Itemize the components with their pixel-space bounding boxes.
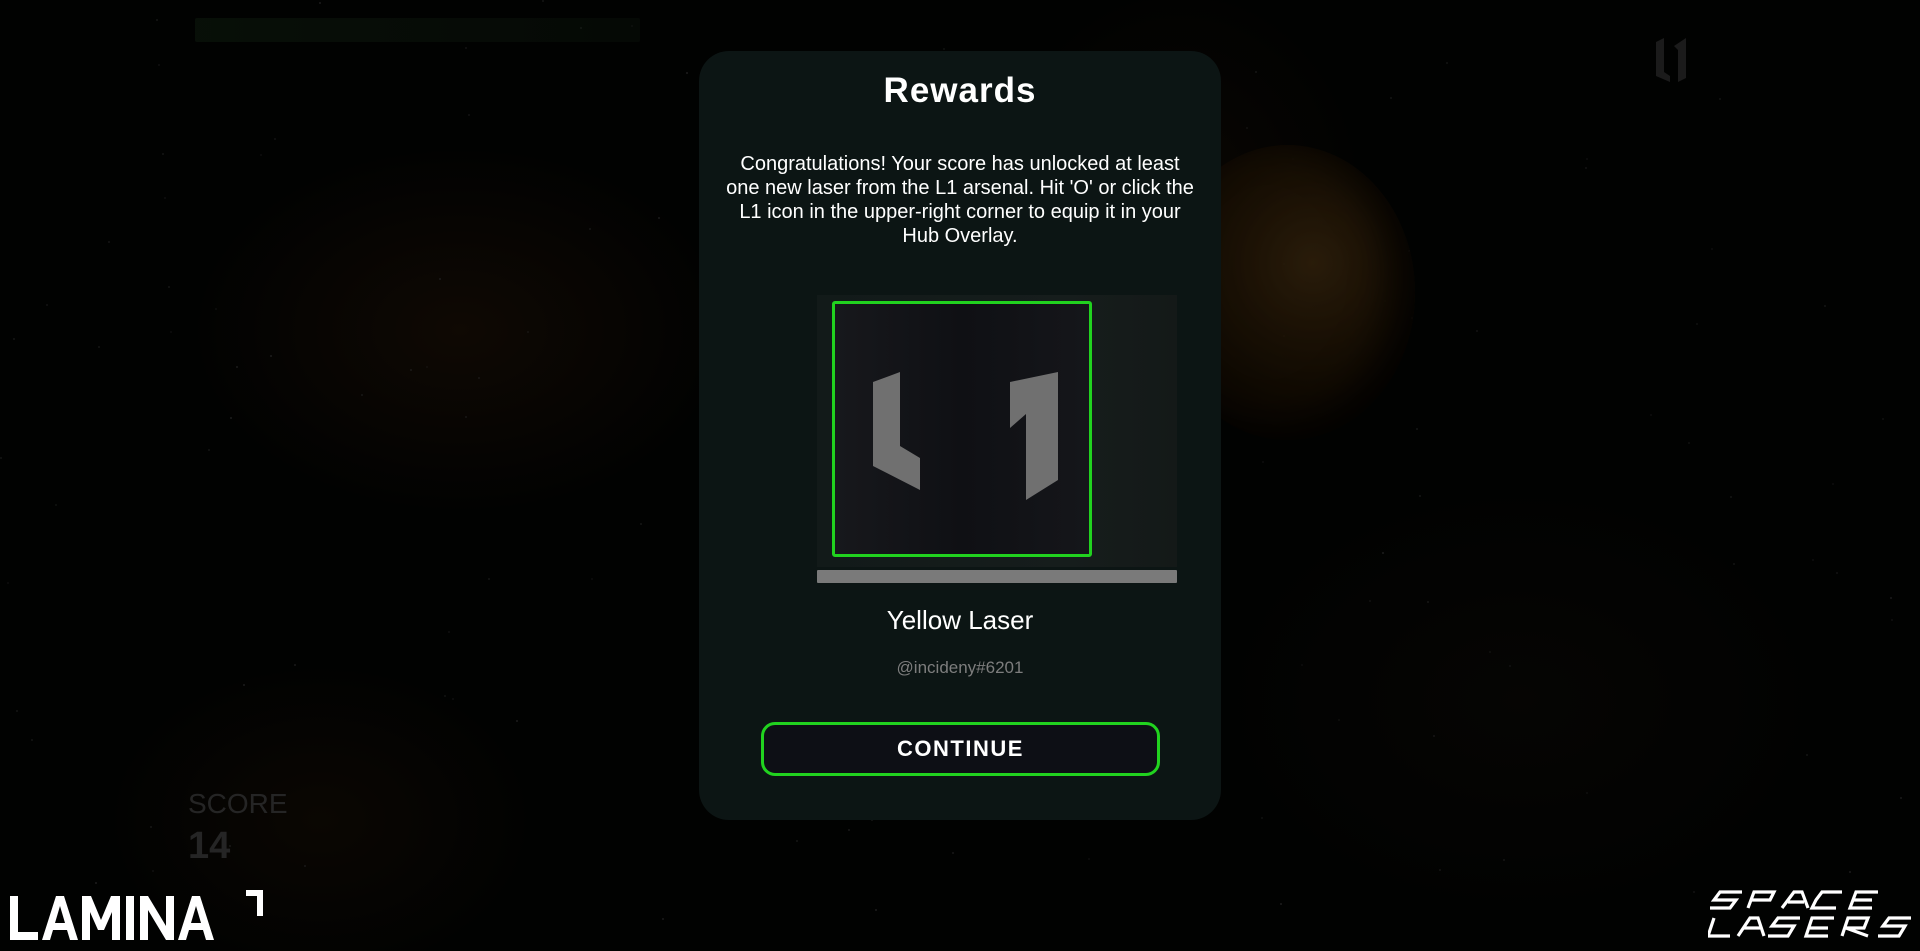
game-scene: SCORE 14 Rewards Congratulations! Your s… [0, 0, 1920, 951]
continue-button[interactable]: CONTINUE [761, 722, 1160, 776]
carousel-scrollbar[interactable] [817, 570, 1177, 583]
l1-logo-icon [873, 372, 1058, 500]
reward-author: @incideny#6201 [896, 658, 1024, 677]
modal-title: Rewards [883, 71, 1037, 110]
reward-card[interactable] [832, 301, 1092, 557]
reward-message: Congratulations! Your score has unlocked… [726, 153, 1194, 247]
lamina1-logo [10, 890, 263, 940]
space-lasers-logo [1708, 890, 1911, 938]
reward-carousel[interactable] [817, 295, 1177, 583]
rewards-modal: Rewards Congratulations! Your score has … [699, 51, 1221, 820]
reward-name: Yellow Laser [886, 605, 1034, 635]
